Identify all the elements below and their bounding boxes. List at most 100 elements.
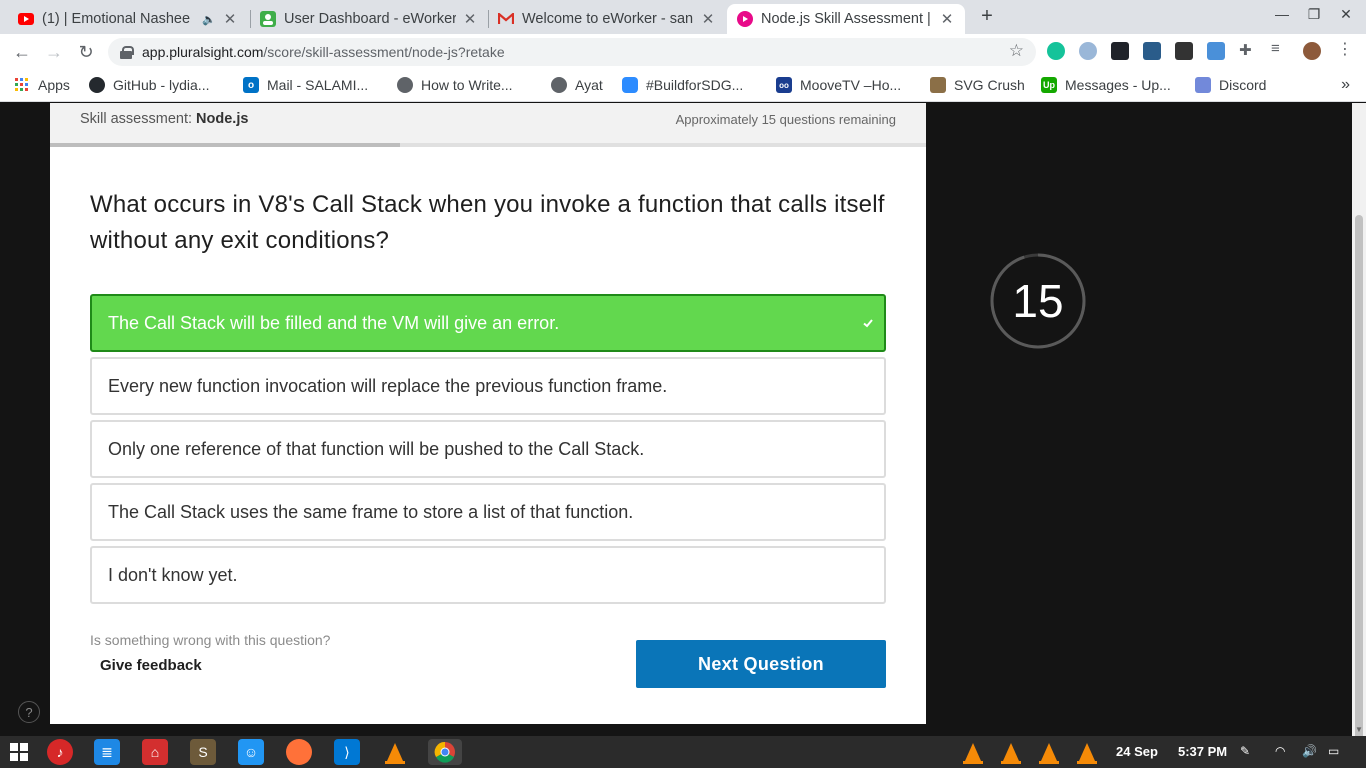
music-app-icon[interactable]: ♪: [47, 739, 73, 765]
countdown-timer: 15: [990, 253, 1086, 349]
tab-strip: (1) | Emotional Nashee 🔈 ✕ User Dashboar…: [0, 0, 1366, 34]
react-devtools-icon[interactable]: [1111, 42, 1129, 60]
questions-remaining: Approximately 15 questions remaining: [675, 112, 896, 127]
upwork-icon: Up: [1041, 77, 1057, 93]
files-app-icon[interactable]: S: [190, 739, 216, 765]
vscode-icon[interactable]: ⟩: [334, 739, 360, 765]
notification-icon[interactable]: ✎: [1240, 744, 1250, 758]
battery-icon[interactable]: ▭: [1328, 744, 1339, 758]
vlc-tray-icon[interactable]: [1036, 739, 1062, 765]
answer-option-5[interactable]: I don't know yet.: [90, 546, 886, 604]
firefox-icon[interactable]: [286, 739, 312, 765]
vlc-icon[interactable]: [382, 739, 408, 765]
start-menu-icon[interactable]: [6, 739, 32, 765]
url-host: app.pluralsight.com: [142, 44, 264, 60]
extension-icon[interactable]: [1175, 42, 1193, 60]
vlc-tray-icon[interactable]: [998, 739, 1024, 765]
tab-nodejs-assessment[interactable]: Node.js Skill Assessment | ✕: [727, 4, 965, 34]
bookmark-label: SVG Crush: [954, 77, 1025, 93]
close-icon[interactable]: ✕: [700, 10, 716, 28]
reload-icon[interactable]: ↻: [74, 40, 98, 64]
close-icon[interactable]: ✕: [462, 10, 478, 28]
progress-bar: [50, 143, 926, 147]
answer-text: The Call Stack uses the same frame to st…: [108, 501, 634, 522]
next-question-button[interactable]: Next Question: [636, 640, 886, 688]
page-content: Skill assessment: Node.js Approximately …: [0, 103, 1352, 736]
tab-title: Node.js Skill Assessment |: [761, 11, 931, 27]
bookmark-label: #BuildforSDG...: [646, 77, 744, 93]
tab-gmail[interactable]: Welcome to eWorker - san ✕: [488, 4, 726, 34]
svgcrush-icon: [930, 77, 946, 93]
extension-icon[interactable]: [1207, 42, 1225, 60]
address-bar[interactable]: app.pluralsight.com/score/skill-assessme…: [108, 38, 1036, 66]
close-icon[interactable]: ✕: [939, 10, 955, 28]
scroll-down-arrow-icon[interactable]: ▼: [1355, 725, 1363, 734]
extension-icon[interactable]: [1079, 42, 1097, 60]
url-path: /score/skill-assessment/node-js?retake: [263, 44, 505, 60]
bookmark-moovetv[interactable]: oo MooveTV –Ho...: [776, 77, 901, 93]
vlc-tray-icon[interactable]: [1074, 739, 1100, 765]
feedback-prompt: Is something wrong with this question?: [90, 632, 331, 648]
volume-icon[interactable]: 🔊: [1302, 744, 1317, 758]
give-feedback-link[interactable]: Give feedback: [100, 657, 202, 674]
tab-title: Welcome to eWorker - san: [522, 11, 694, 27]
browser-toolbar: ← → ↻ app.pluralsight.com/score/skill-as…: [0, 34, 1366, 70]
github-icon: [89, 77, 105, 93]
vlc-tray-icon[interactable]: [960, 739, 986, 765]
finder-icon[interactable]: ☺: [238, 739, 264, 765]
grammarly-icon[interactable]: [1047, 42, 1065, 60]
answer-text: Only one reference of that function will…: [108, 438, 645, 459]
chrome-icon[interactable]: [428, 739, 462, 765]
tab-youtube[interactable]: (1) | Emotional Nashee 🔈 ✕: [8, 4, 248, 34]
tab-user-dashboard[interactable]: User Dashboard - eWorker ✕: [250, 4, 488, 34]
minimize-button[interactable]: —: [1272, 6, 1292, 22]
bookmark-discord[interactable]: Discord: [1195, 77, 1266, 93]
window-close-button[interactable]: ✕: [1336, 6, 1356, 23]
answer-option-1[interactable]: The Call Stack will be filled and the VM…: [90, 294, 886, 352]
new-tab-button[interactable]: +: [976, 5, 998, 27]
tray-time[interactable]: 5:37 PM: [1178, 744, 1227, 759]
tab-title: User Dashboard - eWorker: [284, 11, 456, 27]
bookmark-label: Apps: [38, 77, 70, 93]
timer-value: 15: [1012, 275, 1064, 327]
scrollbar-thumb[interactable]: [1355, 215, 1363, 768]
close-icon[interactable]: ✕: [222, 10, 238, 28]
bookmark-github[interactable]: GitHub - lydia...: [89, 77, 209, 93]
answer-option-3[interactable]: Only one reference of that function will…: [90, 420, 886, 478]
avatar[interactable]: [1303, 42, 1321, 60]
answer-text: I don't know yet.: [108, 564, 238, 585]
chevron-right-icon[interactable]: »: [1341, 76, 1350, 94]
back-arrow-icon[interactable]: ←: [10, 40, 34, 64]
menu-icon[interactable]: ⋮: [1337, 39, 1355, 58]
help-icon[interactable]: ?: [18, 701, 40, 723]
bookmark-ayat[interactable]: Ayat: [551, 77, 603, 93]
vertical-scrollbar[interactable]: ▼: [1352, 103, 1366, 768]
answer-option-4[interactable]: The Call Stack uses the same frame to st…: [90, 483, 886, 541]
assessment-subject: Node.js: [196, 111, 249, 127]
media-control-icon[interactable]: ≡: [1271, 40, 1289, 58]
bookmark-how-to-write[interactable]: How to Write...: [397, 77, 513, 93]
text-editor-icon[interactable]: ≣: [94, 739, 120, 765]
bookmark-svg-crush[interactable]: SVG Crush: [930, 77, 1025, 93]
pdf-reader-icon[interactable]: ⌂: [142, 739, 168, 765]
restore-button[interactable]: ❐: [1304, 6, 1324, 23]
forward-arrow-icon[interactable]: →: [42, 40, 66, 64]
speaker-icon[interactable]: 🔈: [202, 13, 216, 26]
answer-option-2[interactable]: Every new function invocation will repla…: [90, 357, 886, 415]
tray-date[interactable]: 24 Sep: [1116, 744, 1158, 759]
bookmark-mail[interactable]: o Mail - SALAMI...: [243, 77, 368, 93]
puzzle-icon[interactable]: ✚: [1239, 41, 1257, 59]
bookmark-label: MooveTV –Ho...: [800, 77, 902, 93]
bookmark-apps[interactable]: Apps: [14, 77, 70, 93]
assessment-card: Skill assessment: Node.js Approximately …: [50, 103, 926, 724]
wifi-icon[interactable]: ◠: [1275, 744, 1285, 758]
lock-icon[interactable]: [120, 46, 134, 59]
extension-icon[interactable]: [1143, 42, 1161, 60]
bookmark-upwork[interactable]: Up Messages - Up...: [1041, 77, 1171, 93]
outlook-icon: o: [243, 77, 259, 93]
zoom-icon: [622, 77, 638, 93]
bookmark-star-icon[interactable]: ☆: [1009, 41, 1024, 61]
moovetv-icon: oo: [776, 77, 792, 93]
globe-icon: [397, 77, 413, 93]
bookmark-buildforsdg[interactable]: #BuildforSDG...: [622, 77, 743, 93]
